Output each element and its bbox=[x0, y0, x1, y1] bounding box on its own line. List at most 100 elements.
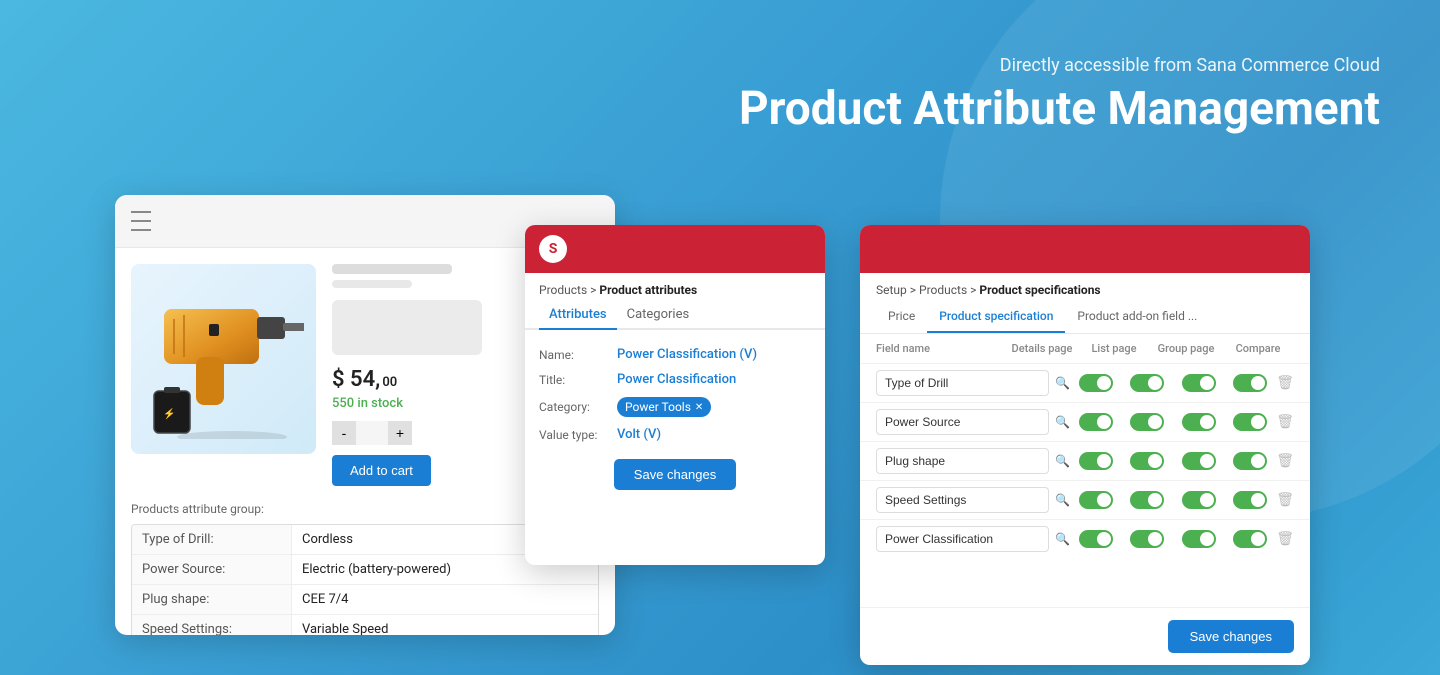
card3-body: Setup > Products > Product specification… bbox=[860, 273, 1310, 665]
delete-icon-4[interactable]: 🗑 bbox=[1276, 531, 1294, 547]
toggle-group-0 bbox=[1173, 374, 1225, 392]
toggle-list-3 bbox=[1122, 491, 1174, 509]
spec-row-0: 🔍 🗑 bbox=[860, 363, 1310, 402]
price-main: $ 54, bbox=[332, 367, 380, 392]
card3-save-button[interactable]: Save changes bbox=[1168, 620, 1294, 653]
price-cents: 00 bbox=[382, 375, 397, 390]
toggle-details-2 bbox=[1070, 452, 1122, 470]
card3-footer: Save changes bbox=[860, 607, 1310, 665]
img-placeholder bbox=[332, 300, 482, 355]
hamburger-line-3 bbox=[131, 229, 151, 231]
form-value-valuetype: Volt (V) bbox=[617, 427, 811, 442]
category-chip-remove[interactable]: ✕ bbox=[695, 402, 703, 413]
form-value-name: Power Classification (V) bbox=[617, 347, 811, 362]
delete-icon-3[interactable]: 🗑 bbox=[1276, 492, 1294, 508]
toggle-compare-2 bbox=[1225, 452, 1277, 470]
delete-icon-1[interactable]: 🗑 bbox=[1276, 414, 1294, 430]
toggle-group-1 bbox=[1173, 413, 1225, 431]
search-icon-1: 🔍 bbox=[1055, 415, 1070, 429]
table-row: Speed Settings: Variable Speed bbox=[132, 615, 598, 635]
toggle-compare-3 bbox=[1225, 491, 1277, 509]
qty-minus-button[interactable]: - bbox=[332, 421, 356, 445]
card3-breadcrumb: Setup > Products > Product specification… bbox=[860, 273, 1310, 301]
spec-row-2: 🔍 🗑 bbox=[860, 441, 1310, 480]
card2-breadcrumb: Products > Product attributes bbox=[525, 273, 825, 301]
spec-field-3: 🔍 bbox=[876, 487, 1070, 513]
tab-product-specification[interactable]: Product specification bbox=[927, 301, 1065, 333]
toggle-group-4 bbox=[1173, 530, 1225, 548]
card3-header bbox=[860, 225, 1310, 273]
toggle-group-btn-1[interactable] bbox=[1182, 413, 1216, 431]
search-icon-0: 🔍 bbox=[1055, 376, 1070, 390]
toggle-details-btn-1[interactable] bbox=[1079, 413, 1113, 431]
tab-categories[interactable]: Categories bbox=[617, 301, 700, 328]
toggle-list-1 bbox=[1122, 413, 1174, 431]
qty-display bbox=[356, 421, 388, 445]
spec-field-input-4[interactable] bbox=[876, 526, 1049, 552]
tab-product-addon-field[interactable]: Product add-on field ... bbox=[1065, 301, 1209, 333]
attr-label-3: Speed Settings: bbox=[132, 615, 292, 635]
qty-plus-button[interactable]: + bbox=[388, 421, 412, 445]
toggle-list-2 bbox=[1122, 452, 1174, 470]
col-field-name: Field name bbox=[876, 342, 1006, 355]
toggle-compare-btn-1[interactable] bbox=[1233, 413, 1267, 431]
col-list-page: List page bbox=[1078, 342, 1150, 355]
sana-logo: S bbox=[539, 235, 567, 263]
toggle-group-btn-0[interactable] bbox=[1182, 374, 1216, 392]
toggle-compare-btn-2[interactable] bbox=[1233, 452, 1267, 470]
table-row: Plug shape: CEE 7/4 bbox=[132, 585, 598, 615]
toggle-compare-4 bbox=[1225, 530, 1277, 548]
toggle-group-btn-2[interactable] bbox=[1182, 452, 1216, 470]
form-row-title: Title: Power Classification bbox=[525, 367, 825, 392]
toggle-list-btn-3[interactable] bbox=[1130, 491, 1164, 509]
card2-body: Products > Product attributes Attributes… bbox=[525, 273, 825, 490]
spec-field-input-1[interactable] bbox=[876, 409, 1049, 435]
col-compare: Compare bbox=[1222, 342, 1294, 355]
toggle-list-btn-2[interactable] bbox=[1130, 452, 1164, 470]
toggle-group-btn-3[interactable] bbox=[1182, 491, 1216, 509]
toggle-group-btn-4[interactable] bbox=[1182, 530, 1216, 548]
toggle-compare-btn-3[interactable] bbox=[1233, 491, 1267, 509]
search-icon-4: 🔍 bbox=[1055, 532, 1070, 546]
tab-price[interactable]: Price bbox=[876, 301, 927, 333]
attr-label-0: Type of Drill: bbox=[132, 525, 292, 554]
form-value-title: Power Classification bbox=[617, 372, 811, 387]
toggle-list-btn-1[interactable] bbox=[1130, 413, 1164, 431]
toggle-details-0 bbox=[1070, 374, 1122, 392]
spec-rows-container: 🔍 🗑 🔍 🗑 bbox=[860, 363, 1310, 607]
form-row-category: Category: Power Tools ✕ bbox=[525, 392, 825, 422]
spec-field-input-0[interactable] bbox=[876, 370, 1049, 396]
toggle-compare-btn-0[interactable] bbox=[1233, 374, 1267, 392]
card3-tabs: Price Product specification Product add-… bbox=[860, 301, 1310, 334]
sana-logo-letter: S bbox=[549, 241, 558, 257]
toggle-details-btn-4[interactable] bbox=[1079, 530, 1113, 548]
form-label-category: Category: bbox=[539, 400, 609, 414]
attr-value-3: Variable Speed bbox=[292, 615, 598, 635]
tab-attributes[interactable]: Attributes bbox=[539, 301, 617, 330]
toggle-details-btn-2[interactable] bbox=[1079, 452, 1113, 470]
toggle-list-btn-0[interactable] bbox=[1130, 374, 1164, 392]
delete-icon-0[interactable]: 🗑 bbox=[1276, 375, 1294, 391]
hamburger-line-1 bbox=[131, 211, 151, 213]
toggle-compare-0 bbox=[1225, 374, 1277, 392]
spec-field-input-3[interactable] bbox=[876, 487, 1049, 513]
spec-field-4: 🔍 bbox=[876, 526, 1070, 552]
category-chip[interactable]: Power Tools ✕ bbox=[617, 397, 711, 417]
breadcrumb-prefix: Products > bbox=[539, 283, 599, 297]
attr-label-2: Plug shape: bbox=[132, 585, 292, 614]
toggle-compare-btn-4[interactable] bbox=[1233, 530, 1267, 548]
card2-save-button[interactable]: Save changes bbox=[614, 459, 736, 490]
toggle-group-3 bbox=[1173, 491, 1225, 509]
toggle-details-4 bbox=[1070, 530, 1122, 548]
toggle-list-btn-4[interactable] bbox=[1130, 530, 1164, 548]
toggle-details-btn-0[interactable] bbox=[1079, 374, 1113, 392]
attr-label-1: Power Source: bbox=[132, 555, 292, 584]
toggle-details-btn-3[interactable] bbox=[1079, 491, 1113, 509]
product-attributes-card: S Products > Product attributes Attribut… bbox=[525, 225, 825, 565]
delete-icon-2[interactable]: 🗑 bbox=[1276, 453, 1294, 469]
header-subtitle: Directly accessible from Sana Commerce C… bbox=[739, 55, 1380, 76]
spec-field-input-2[interactable] bbox=[876, 448, 1049, 474]
breadcrumb-bold: Product attributes bbox=[599, 283, 697, 297]
add-to-cart-button[interactable]: Add to cart bbox=[332, 455, 431, 486]
spec-field-1: 🔍 bbox=[876, 409, 1070, 435]
